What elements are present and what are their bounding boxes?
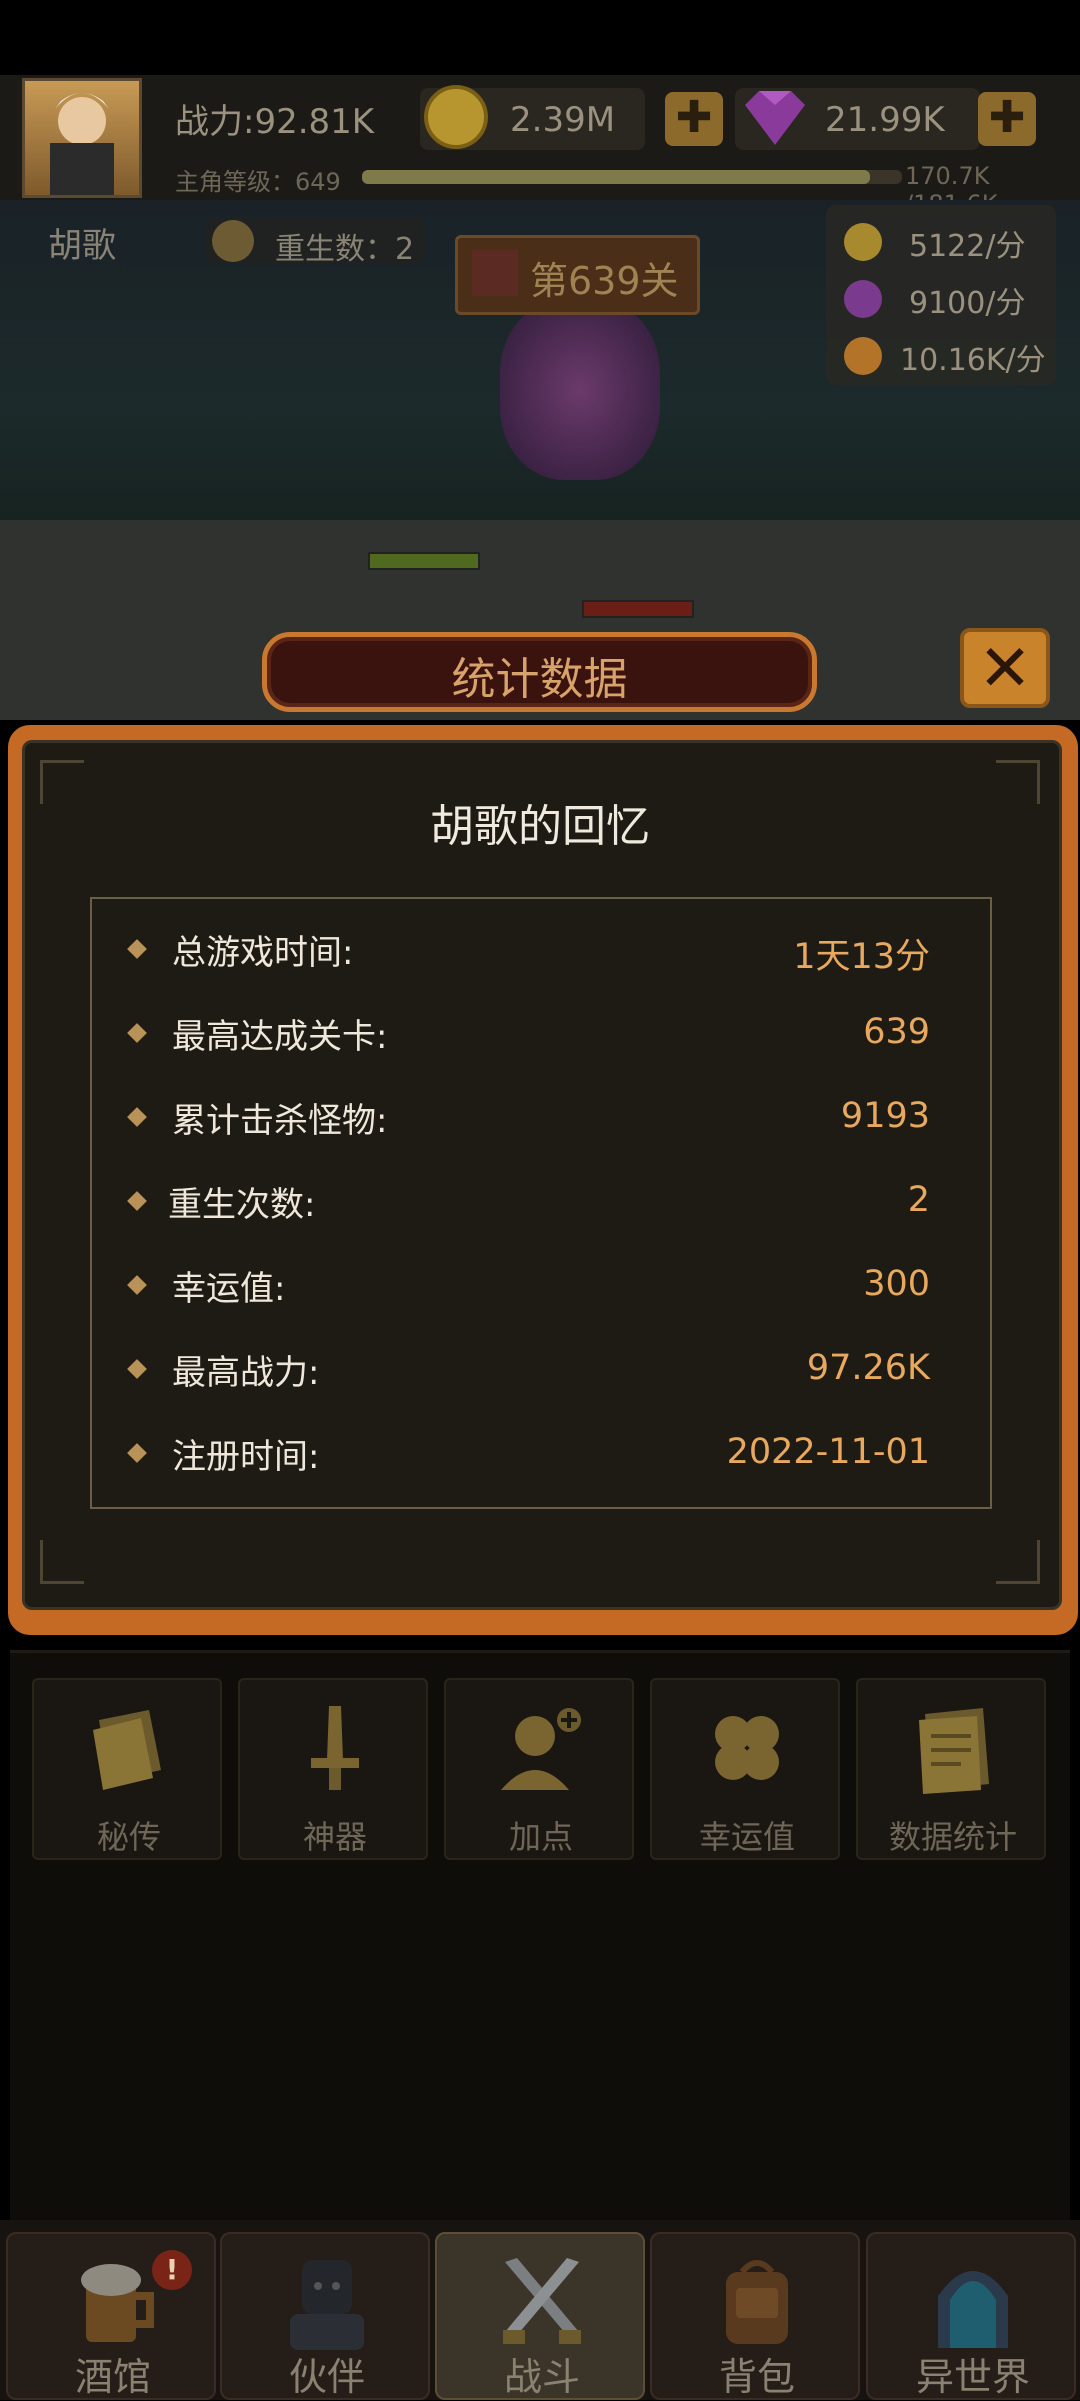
- nav-label: 战斗: [503, 2355, 580, 2399]
- stat-value: 300: [863, 1264, 930, 1304]
- nav-tab-backpack[interactable]: 背包: [650, 2232, 860, 2400]
- income-rates-panel: 5122/分 9100/分 10.16K/分: [826, 205, 1056, 385]
- sword-icon: [311, 1706, 359, 1790]
- gold-amount: 2.39M: [510, 100, 616, 140]
- clover-icon: [715, 1716, 779, 1780]
- diamond-bullet-icon: [127, 1107, 147, 1127]
- notification-badge: !: [152, 2250, 192, 2290]
- stat-label: 重生次数:: [168, 1185, 316, 1225]
- dialog-title: 统计数据: [451, 654, 628, 705]
- menu-label: 幸运值: [698, 1818, 795, 1856]
- menu-label: 数据统计: [888, 1818, 1017, 1856]
- hero-portrait-icon: [50, 93, 114, 195]
- backpack-icon: [726, 2260, 788, 2344]
- add-gold-button[interactable]: ✚: [665, 92, 723, 146]
- nav-label: 伙伴: [288, 2355, 365, 2399]
- hero-name: 胡歌: [48, 226, 116, 266]
- stage-icon: [472, 250, 518, 296]
- stat-row-play-time: 总游戏时间: 1天13分: [90, 912, 992, 996]
- add-gem-button[interactable]: ✚: [978, 92, 1036, 146]
- gem-icon: [745, 91, 805, 145]
- close-button[interactable]: ✕: [960, 628, 1050, 708]
- partner-icon: [290, 2260, 364, 2350]
- nav-tab-partner[interactable]: 伙伴: [220, 2232, 430, 2400]
- stat-row-kills: 累计击杀怪物: 9193: [90, 1080, 992, 1164]
- nav-label: 酒馆: [74, 2355, 151, 2399]
- menu-add-points[interactable]: 加点: [444, 1678, 634, 1860]
- add-stat-icon: [501, 1708, 581, 1790]
- stat-value: 2022-11-01: [726, 1432, 930, 1472]
- menu-luck[interactable]: 幸运值: [650, 1678, 840, 1860]
- stat-row-rebirths: 重生次数: 2: [90, 1164, 992, 1248]
- document-icon: [919, 1708, 989, 1794]
- gem-amount: 21.99K: [825, 100, 945, 140]
- stat-row-max-stage: 最高达成关卡: 639: [90, 996, 992, 1080]
- xp-bar-fill: [362, 170, 870, 184]
- stat-row-luck: 幸运值: 300: [90, 1248, 992, 1332]
- stat-label: 注册时间:: [172, 1437, 320, 1477]
- exp-rate: 9100/分: [909, 286, 1026, 321]
- menu-artifact[interactable]: 神器: [238, 1678, 428, 1860]
- corner-ornament: [40, 1540, 84, 1584]
- nav-tab-otherworld[interactable]: 异世界: [866, 2232, 1076, 2400]
- stat-label: 最高战力:: [172, 1353, 320, 1393]
- diamond-bullet-icon: [127, 1443, 147, 1463]
- menu-label: 加点: [508, 1818, 573, 1856]
- enemy-hp-bar: [582, 600, 694, 618]
- diamond-bullet-icon: [127, 1023, 147, 1043]
- hero-avatar[interactable]: [22, 78, 142, 198]
- nav-label: 背包: [718, 2355, 795, 2399]
- nav-label: 异世界: [915, 2355, 1030, 2399]
- gold-rate-icon: [844, 223, 882, 261]
- corner-ornament: [996, 1540, 1040, 1584]
- portal-graphic: [500, 300, 660, 480]
- diamond-bullet-icon: [127, 939, 147, 959]
- combat-power: 战力:92.81K: [175, 102, 375, 142]
- stat-value: 639: [863, 1012, 930, 1052]
- stat-row-max-power: 最高战力: 97.26K: [90, 1332, 992, 1416]
- stat-label: 幸运值:: [172, 1269, 286, 1309]
- stage-number: 第639关: [530, 259, 679, 303]
- stat-label: 累计击杀怪物:: [172, 1101, 388, 1141]
- diamond-bullet-icon: [127, 1275, 147, 1295]
- exp-rate-icon: [844, 280, 882, 318]
- diamond-bullet-icon: [127, 1191, 147, 1211]
- stat-label: 最高达成关卡:: [172, 1017, 388, 1057]
- stat-row-register-date: 注册时间: 2022-11-01: [90, 1416, 992, 1500]
- gold-rate: 5122/分: [909, 229, 1026, 264]
- hero-level: 主角等级：649: [175, 168, 341, 196]
- stat-label: 总游戏时间:: [172, 933, 354, 973]
- rebirth-count: 重生数：2: [275, 232, 415, 267]
- menu-label: 秘传: [96, 1818, 161, 1856]
- menu-data-stats[interactable]: 数据统计: [856, 1678, 1046, 1860]
- nav-tab-battle[interactable]: 战斗: [435, 2232, 645, 2400]
- diamond-bullet-icon: [127, 1359, 147, 1379]
- stat-value: 97.26K: [806, 1348, 930, 1388]
- stat-value: 9193: [840, 1096, 930, 1136]
- portal-icon: [938, 2271, 1008, 2348]
- menu-secret-art[interactable]: 秘传: [32, 1678, 222, 1860]
- rebirth-icon: [212, 220, 254, 262]
- power-rate: 10.16K/分: [900, 343, 1046, 378]
- stat-value: 2: [907, 1180, 930, 1220]
- player-hp-bar: [368, 552, 480, 570]
- menu-label: 神器: [302, 1818, 367, 1856]
- scroll-icon: [93, 1710, 161, 1790]
- stat-value: 1天13分: [793, 937, 930, 977]
- gold-coin-icon: [424, 85, 488, 149]
- crossed-swords-icon: [503, 2258, 581, 2344]
- memory-heading: 胡歌的回忆: [430, 801, 650, 852]
- power-rate-icon: [844, 337, 882, 375]
